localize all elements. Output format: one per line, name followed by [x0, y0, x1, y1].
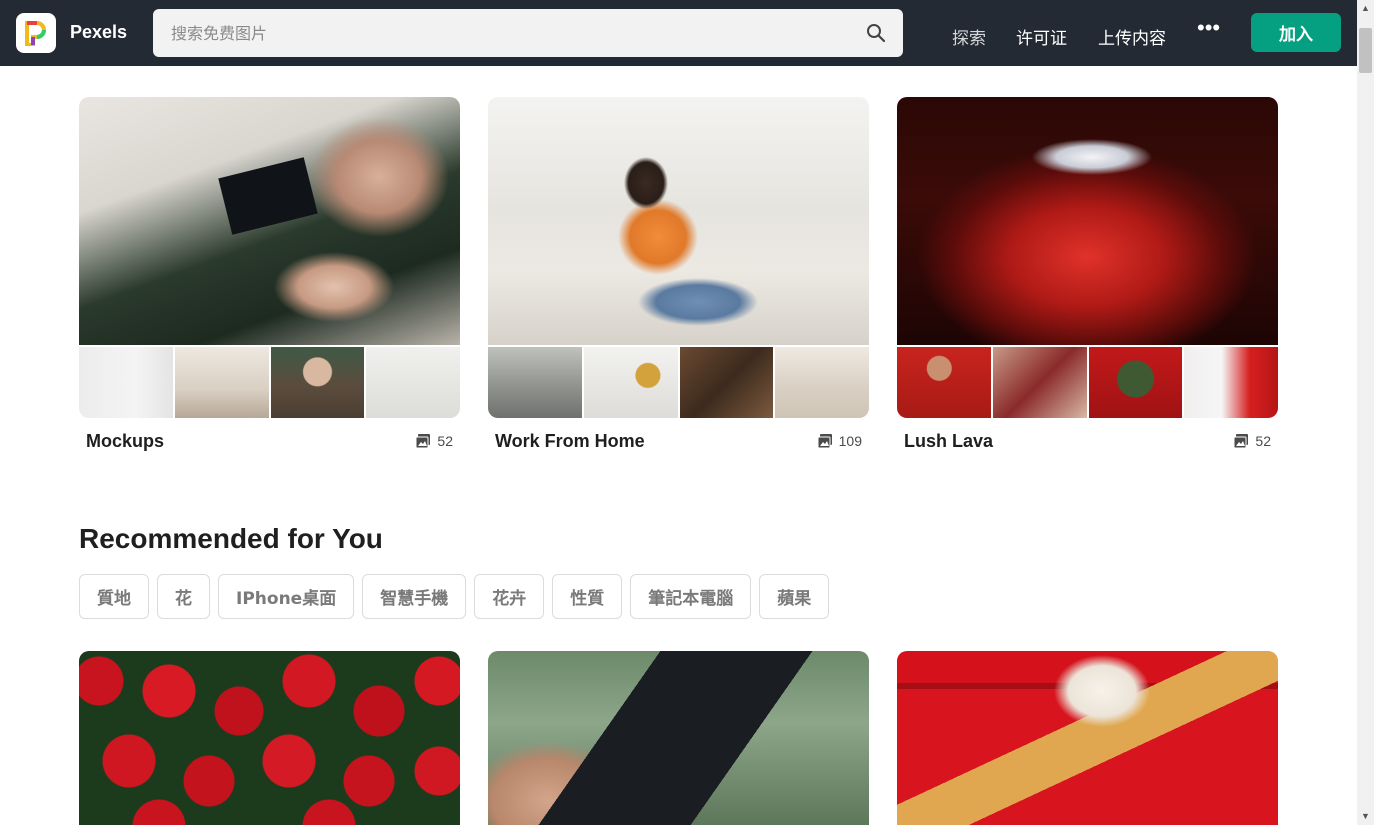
thumbnail-image[interactable] [366, 347, 460, 418]
nav-upload[interactable]: 上传内容 [1098, 24, 1166, 49]
nav-explore[interactable]: 探索 [952, 24, 986, 49]
collection-count-value: 52 [1255, 433, 1271, 449]
scroll-down-icon[interactable]: ▼ [1357, 808, 1374, 825]
photo-ice-cream[interactable] [897, 651, 1278, 825]
search-bar [153, 9, 903, 57]
section-title: Recommended for You [79, 523, 383, 554]
photo-smartphone[interactable] [488, 651, 869, 825]
collection-card-lush-lava[interactable]: Lush Lava 52 [897, 97, 1278, 457]
thumbnail-image[interactable] [79, 347, 173, 418]
thumbnail-image[interactable] [174, 347, 269, 418]
thumbnail-image[interactable] [992, 347, 1087, 418]
tag-chip[interactable]: 性質 [552, 574, 623, 619]
collection-title[interactable]: Lush Lava [904, 431, 993, 452]
collection-count-value: 109 [838, 433, 862, 449]
thumbnail-image[interactable] [897, 347, 991, 418]
join-button[interactable]: 加入 [1251, 13, 1341, 52]
scrollbar-thumb[interactable] [1359, 28, 1372, 73]
top-navigation-bar: Pexels 探索 许可证 上传内容 ••• 加入 [0, 0, 1357, 66]
thumbnail-image[interactable] [1184, 347, 1278, 418]
tag-chip[interactable]: 花 [157, 574, 210, 619]
collection-cover-image[interactable] [897, 97, 1278, 345]
thumbnail-image[interactable] [775, 347, 869, 418]
vertical-scrollbar[interactable]: ▲ ▼ [1357, 0, 1374, 825]
thumbnail-image[interactable] [583, 347, 678, 418]
thumbnail-image[interactable] [488, 347, 582, 418]
tag-chip[interactable]: 質地 [79, 574, 149, 619]
tag-chip[interactable]: 蘋果 [759, 574, 830, 619]
collection-count: 109 [817, 433, 862, 449]
photos-icon [817, 434, 832, 449]
collection-card-work-from-home[interactable]: Work From Home 109 [488, 97, 869, 457]
collection-cover-image[interactable] [79, 97, 460, 345]
business-card [218, 157, 318, 235]
collection-card-mockups[interactable]: Mockups 52 [79, 97, 460, 457]
search-input[interactable] [153, 9, 853, 57]
photos-icon [1233, 434, 1249, 449]
thumbnail-image[interactable] [1088, 347, 1183, 418]
thumbnail-image[interactable] [270, 347, 365, 418]
nav-license[interactable]: 许可证 [1016, 24, 1067, 49]
collection-thumbnails [488, 347, 869, 418]
page: Pexels 探索 许可证 上传内容 ••• 加入 Mockups [0, 0, 1374, 825]
tag-chip[interactable]: 智慧手機 [362, 574, 467, 619]
collection-count: 52 [415, 433, 453, 449]
collection-thumbnails [79, 347, 460, 418]
more-dots-icon[interactable]: ••• [1197, 17, 1221, 42]
collection-count: 52 [1233, 433, 1271, 449]
recommended-tags: 質地 花 IPhone桌面 智慧手機 花卉 性質 筆記本電腦 蘋果 [79, 574, 830, 619]
photos-icon [415, 434, 431, 449]
collection-count-value: 52 [437, 433, 453, 449]
collection-thumbnails [897, 347, 1278, 418]
photo-strawberries[interactable] [79, 651, 460, 825]
collection-cover-image[interactable] [488, 97, 869, 345]
brand-name[interactable]: Pexels [70, 22, 127, 43]
pexels-logo-icon[interactable] [16, 13, 56, 53]
thumbnail-image[interactable] [679, 347, 774, 418]
collection-title[interactable]: Mockups [86, 431, 164, 452]
collection-title[interactable]: Work From Home [495, 431, 645, 452]
tag-chip[interactable]: 花卉 [474, 574, 545, 619]
search-icon[interactable] [866, 23, 886, 43]
scroll-up-icon[interactable]: ▲ [1357, 0, 1374, 17]
tag-chip[interactable]: 筆記本電腦 [630, 574, 752, 619]
tag-chip[interactable]: IPhone桌面 [218, 574, 355, 619]
